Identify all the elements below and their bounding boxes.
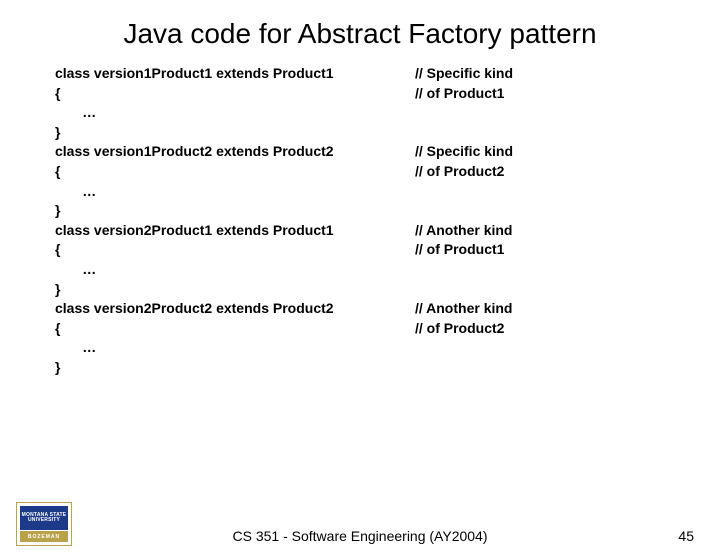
code-text: { bbox=[55, 319, 415, 339]
code-line: {// of Product1 bbox=[55, 240, 680, 260]
code-line: … bbox=[55, 260, 680, 280]
code-text: … bbox=[55, 260, 415, 280]
logo-top-text: MONTANA STATE UNIVERSITY bbox=[20, 513, 68, 524]
code-text: class version1Product1 extends Product1 bbox=[55, 64, 415, 84]
code-comment: // Another kind bbox=[415, 221, 512, 241]
code-comment: // Specific kind bbox=[415, 64, 513, 84]
code-line: class version2Product1 extends Product1/… bbox=[55, 221, 680, 241]
code-comment: // Another kind bbox=[415, 299, 512, 319]
code-line: } bbox=[55, 280, 680, 300]
code-comment: // Specific kind bbox=[415, 142, 513, 162]
code-text: } bbox=[55, 123, 415, 143]
code-text: class version2Product2 extends Product2 bbox=[55, 299, 415, 319]
code-comment: // of Product1 bbox=[415, 240, 504, 260]
code-line: class version1Product2 extends Product2/… bbox=[55, 142, 680, 162]
code-text: … bbox=[55, 103, 415, 123]
logo-bottom: BOZEMAN bbox=[20, 531, 68, 542]
code-line: class version2Product2 extends Product2/… bbox=[55, 299, 680, 319]
code-text: … bbox=[55, 338, 415, 358]
montana-state-logo: MONTANA STATE UNIVERSITY BOZEMAN bbox=[16, 502, 72, 546]
code-comment: // of Product1 bbox=[415, 84, 504, 104]
code-line: {// of Product2 bbox=[55, 319, 680, 339]
code-line: } bbox=[55, 123, 680, 143]
code-line: … bbox=[55, 182, 680, 202]
code-text: { bbox=[55, 162, 415, 182]
code-comment: // of Product2 bbox=[415, 162, 504, 182]
code-line: class version1Product1 extends Product1/… bbox=[55, 64, 680, 84]
code-text: } bbox=[55, 201, 415, 221]
code-block: class version1Product1 extends Product1/… bbox=[55, 64, 680, 378]
code-text: } bbox=[55, 358, 415, 378]
code-text: { bbox=[55, 240, 415, 260]
code-line: {// of Product1 bbox=[55, 84, 680, 104]
code-text: class version2Product1 extends Product1 bbox=[55, 221, 415, 241]
code-text: { bbox=[55, 84, 415, 104]
code-text: class version1Product2 extends Product2 bbox=[55, 142, 415, 162]
code-text: … bbox=[55, 182, 415, 202]
logo-top: MONTANA STATE UNIVERSITY bbox=[20, 506, 68, 530]
code-line: … bbox=[55, 338, 680, 358]
code-line: {// of Product2 bbox=[55, 162, 680, 182]
code-line: … bbox=[55, 103, 680, 123]
code-comment: // of Product2 bbox=[415, 319, 504, 339]
footer-text: CS 351 - Software Engineering (AY2004) bbox=[0, 528, 720, 544]
slide-number: 45 bbox=[678, 528, 694, 544]
code-text: } bbox=[55, 280, 415, 300]
code-line: } bbox=[55, 358, 680, 378]
code-line: } bbox=[55, 201, 680, 221]
slide-title: Java code for Abstract Factory pattern bbox=[0, 18, 720, 50]
